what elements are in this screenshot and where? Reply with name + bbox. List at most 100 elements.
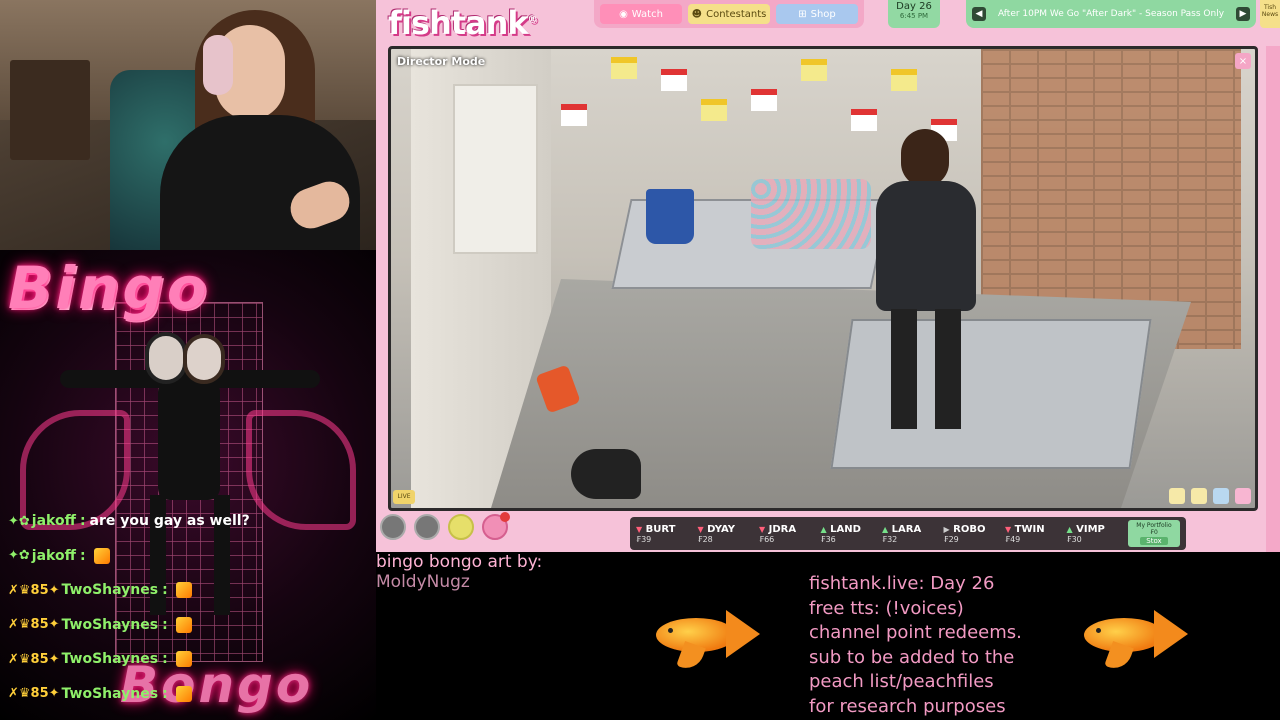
- down-arrow-icon: ▼: [1005, 524, 1012, 534]
- stock-name: JDRA: [768, 523, 797, 535]
- chat-colon: :: [162, 582, 168, 599]
- contestants-label: Contestants: [706, 8, 767, 20]
- down-arrow-icon: ▼: [759, 524, 766, 534]
- stox-button[interactable]: Stox: [1140, 537, 1168, 545]
- chat-message: ✗♛85✦ TwoShaynes:: [8, 608, 374, 643]
- stock-value: ₣66: [759, 534, 775, 544]
- stock-item[interactable]: ▼ DYAY ₣28: [698, 520, 756, 547]
- info-line: sub to be added to the: [809, 646, 1015, 668]
- art-credit: bingo bongo art by: MoldyNugz: [376, 552, 636, 592]
- figure-head-right: [183, 334, 225, 384]
- contestant-head: [901, 129, 949, 187]
- camera-button[interactable]: [414, 514, 440, 540]
- down-arrow-icon: ▼: [697, 524, 704, 534]
- up-arrow-icon: ▲: [820, 524, 827, 534]
- record-icon[interactable]: [1235, 488, 1251, 504]
- chat-username: TwoShaynes: [61, 616, 159, 633]
- notice-sign: [751, 89, 777, 111]
- info-line: free tts: (!voices): [809, 597, 964, 619]
- stock-name: ROBO: [953, 523, 986, 535]
- contestants-button[interactable]: ☻ Contestants: [688, 4, 770, 24]
- info-line: fishtank.live: Day 26: [809, 573, 995, 594]
- contestant-legs: [891, 309, 961, 429]
- chat-message: ✗♛85✦ TwoShaynes:: [8, 677, 374, 712]
- chat-badges: ✗♛85✦: [8, 582, 60, 598]
- stock-name: VIMP: [1076, 523, 1105, 535]
- layout-icon[interactable]: [1191, 488, 1207, 504]
- chat-message: ✦✿ jakoff:: [8, 539, 374, 574]
- registered-mark: ®: [527, 14, 538, 26]
- credit-line-1: bingo bongo art by:: [376, 552, 543, 572]
- fishtank-site: fishtank® ◉ Watch ☻ Contestants ⊞ Shop D…: [376, 0, 1280, 552]
- notice-sign: [561, 104, 587, 126]
- clip-icon[interactable]: [1169, 488, 1185, 504]
- ticker-next-button[interactable]: ▶: [1236, 7, 1250, 21]
- stock-item[interactable]: ▶ ROBO ₣29: [944, 520, 1002, 547]
- announcement-ticker: ◀ After 10PM We Go "After Dark" - Season…: [966, 0, 1256, 28]
- chat-emote-icon: [93, 547, 110, 564]
- stream-info: fishtank.live: Day 26 free tts: (!voices…: [809, 572, 1109, 720]
- stock-name: TWIN: [1014, 523, 1045, 535]
- live-tag: LIVE: [393, 490, 415, 504]
- stock-item[interactable]: ▲ LAND ₣36: [821, 520, 879, 547]
- trophy-button[interactable]: [448, 514, 474, 540]
- fish-eye: [668, 628, 673, 633]
- settings-button[interactable]: [380, 514, 406, 540]
- info-line: for research purposes: [809, 695, 1006, 717]
- director-mode-video[interactable]: Director Mode × LIVE: [388, 46, 1258, 511]
- notification-badge: [500, 512, 510, 522]
- room-door: [453, 84, 538, 254]
- stream-overlay: Bingo Bongo ✦✿ jakoff: are you gay as we…: [0, 0, 1280, 720]
- ticker-prev-button[interactable]: ◀: [972, 7, 986, 21]
- cart-icon: ⊞: [798, 8, 807, 20]
- chat-badges: ✦✿: [8, 548, 30, 564]
- day-counter: Day 26 6:45 PM: [888, 0, 940, 28]
- shop-button[interactable]: ⊞ Shop: [776, 4, 858, 24]
- stock-value: ₣32: [882, 534, 898, 544]
- notice-sign: [661, 69, 687, 91]
- flat-arrow-icon: ▶: [943, 524, 950, 534]
- chat-badges: ✗♛85✦: [8, 617, 60, 633]
- chat-username: TwoShaynes: [61, 651, 159, 668]
- headset: [203, 35, 233, 95]
- stock-value: ₣30: [1066, 534, 1082, 544]
- right-edge-strip: [1266, 46, 1280, 552]
- news-tab[interactable]: Tish News: [1260, 0, 1280, 28]
- chat-emote-icon: [175, 616, 192, 633]
- stock-item[interactable]: ▼ JDRA ₣66: [759, 520, 817, 547]
- stock-name: BURT: [645, 523, 676, 535]
- fish-tail: [1154, 610, 1188, 658]
- fullscreen-icon[interactable]: [1213, 488, 1229, 504]
- stock-item[interactable]: ▲ VIMP ₣30: [1067, 520, 1125, 547]
- close-video-button[interactable]: ×: [1235, 53, 1251, 69]
- fish-tail: [726, 610, 760, 658]
- ticker-text: After 10PM We Go "After Dark" - Season P…: [997, 9, 1225, 19]
- chat-text: are you gay as well?: [89, 513, 250, 530]
- chat-message: ✗♛85✦ TwoShaynes:: [8, 642, 374, 677]
- goldfish-right: [1074, 604, 1194, 674]
- stock-value: ₣36: [820, 534, 836, 544]
- logo-text: fishtank: [388, 4, 529, 42]
- chat-colon: :: [162, 685, 168, 702]
- chat-message: ✗♛85✦ TwoShaynes:: [8, 573, 374, 608]
- up-arrow-icon: ▲: [882, 524, 889, 534]
- stock-name: LAND: [830, 523, 861, 535]
- trash-bag: [571, 449, 641, 499]
- webcam-side-table: [10, 60, 90, 160]
- up-arrow-icon: ▲: [1066, 524, 1073, 534]
- stock-item[interactable]: ▼ BURT ₣39: [636, 520, 694, 547]
- shop-label: Shop: [810, 8, 836, 20]
- stock-item[interactable]: ▼ TWIN ₣49: [1005, 520, 1063, 547]
- chat-username: jakoff: [31, 513, 76, 530]
- chat-colon: :: [162, 616, 168, 633]
- watch-button[interactable]: ◉ Watch: [600, 4, 682, 24]
- chat-colon: :: [162, 651, 168, 668]
- info-line: peach list/peachfiles: [809, 671, 994, 693]
- caution-sign: [611, 57, 637, 79]
- chat-badges: ✗♛85✦: [8, 651, 60, 667]
- day-time: 6:45 PM: [899, 12, 929, 20]
- notifications-button[interactable]: [482, 512, 510, 540]
- stock-item[interactable]: ▲ LARA ₣32: [882, 520, 940, 547]
- portfolio-widget[interactable]: My Portfolio ₣0 Stox: [1128, 520, 1180, 547]
- fishtank-logo[interactable]: fishtank®: [388, 4, 538, 42]
